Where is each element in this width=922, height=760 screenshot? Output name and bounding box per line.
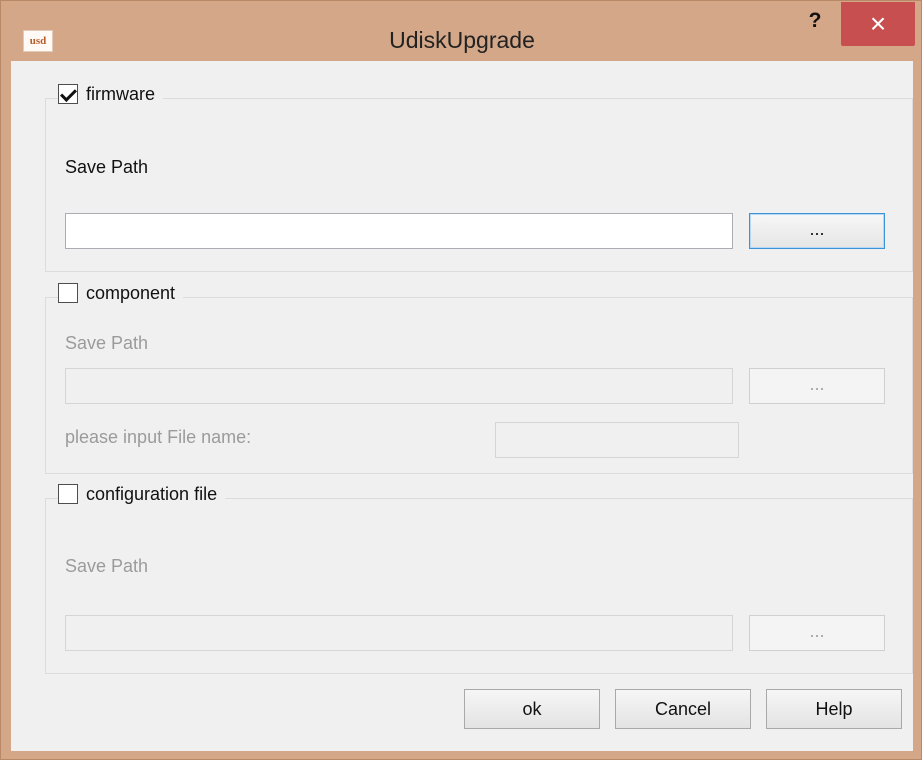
component-browse-button[interactable]: ... [749,368,885,404]
component-checkbox[interactable] [58,283,78,303]
component-header: component [58,278,184,308]
firmware-save-path-input[interactable] [65,213,733,249]
component-file-name-label: please input File name: [65,427,252,447]
firmware-checkbox[interactable] [58,84,78,104]
component-group: component Save Path ... please input Fil… [45,278,913,474]
firmware-header: firmware [58,79,164,109]
close-button[interactable]: × [841,2,915,46]
configuration-file-label: configuration file [86,483,218,504]
help-button[interactable]: Help [766,689,902,729]
dialog-content: firmware Save Path ... component Save Pa… [11,61,913,751]
firmware-browse-button[interactable]: ... [749,213,885,249]
ok-button[interactable]: ok [464,689,600,729]
configuration-file-group: configuration file Save Path ... [45,479,913,674]
component-save-path-input[interactable] [65,368,733,404]
firmware-group: firmware Save Path ... [45,79,913,272]
configuration-file-header: configuration file [58,479,226,509]
component-save-path-label: Save Path [65,333,149,353]
firmware-save-path-label: Save Path [65,157,149,177]
firmware-label: firmware [86,83,156,104]
cancel-button[interactable]: Cancel [615,689,751,729]
component-file-name-input[interactable] [495,422,739,458]
udisk-upgrade-dialog: usd UdiskUpgrade ? × firmware Save Path … [0,0,922,760]
configuration-file-save-path-input[interactable] [65,615,733,651]
configuration-file-checkbox[interactable] [58,484,78,504]
window-title: UdiskUpgrade [389,27,535,53]
configuration-file-save-path-label: Save Path [65,556,149,576]
help-title-button[interactable]: ? [795,7,835,35]
component-label: component [86,282,176,303]
configuration-file-browse-button[interactable]: ... [749,615,885,651]
